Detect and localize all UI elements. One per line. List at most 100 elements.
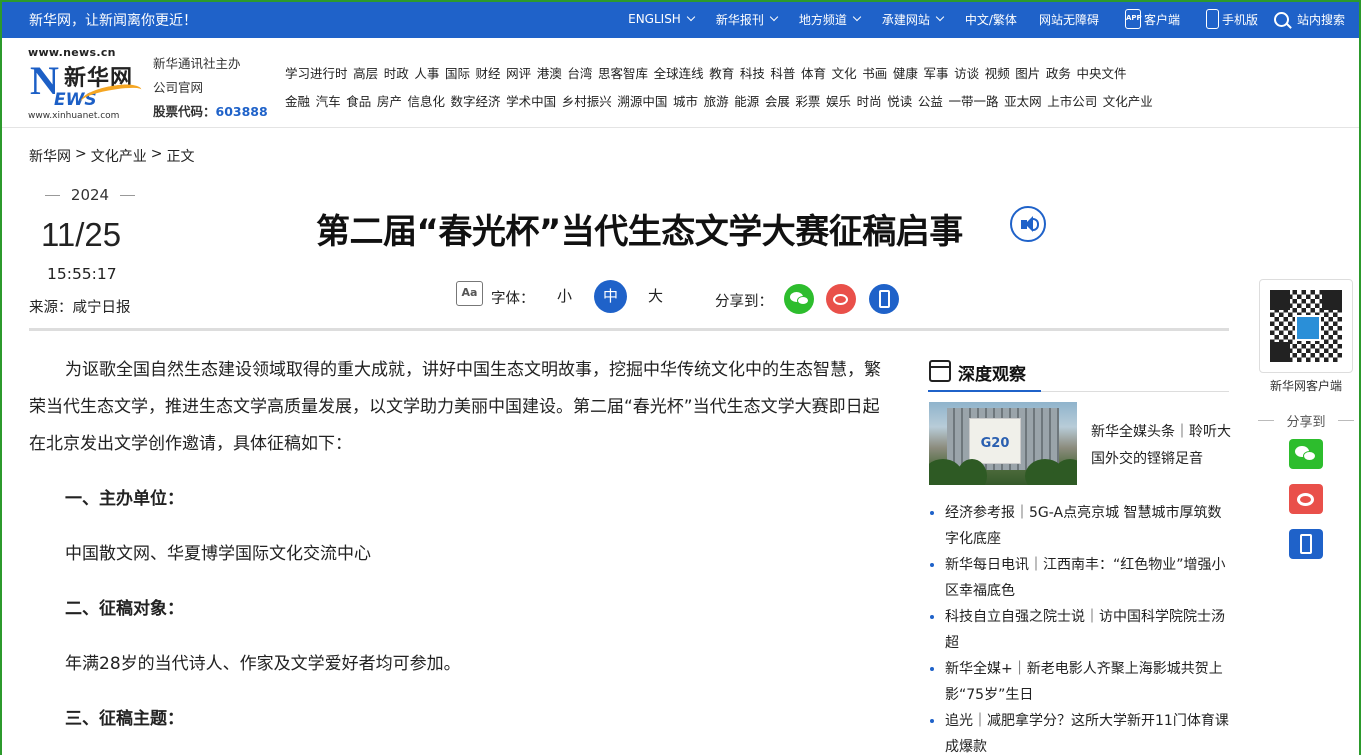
qr-label: 新华网客户端 [1269, 379, 1342, 393]
channel-link[interactable]: 图片 [1015, 63, 1040, 82]
channel-link[interactable]: 能源 [734, 91, 759, 110]
channel-link[interactable]: 视频 [985, 63, 1010, 82]
publish-month-day: 11/25 [41, 216, 122, 253]
list-item[interactable]: 追光｜减肥拿学分？这所大学新开11门体育课成爆款 [928, 708, 1229, 755]
feature-title[interactable]: 新华全媒头条｜聆听大国外交的铿锵足音 [1091, 419, 1231, 473]
channel-link[interactable]: 一带一路 [948, 91, 998, 110]
nav-client[interactable]: APP 客户端 [1124, 9, 1180, 29]
channel-link[interactable]: 溯源中国 [617, 91, 667, 110]
channel-link[interactable]: 食品 [346, 91, 371, 110]
share-wechat-button[interactable] [784, 284, 814, 314]
nav-local-channels[interactable]: 地方频道 [799, 11, 862, 28]
channel-link[interactable]: 军事 [923, 63, 948, 82]
list-item[interactable]: 新华全媒+｜新老电影人齐聚上海影城共贺上影“75岁”生日 [928, 656, 1229, 708]
channel-link[interactable]: 网评 [506, 63, 531, 82]
channel-link[interactable]: 健康 [893, 63, 918, 82]
channel-link[interactable]: 上市公司 [1047, 91, 1097, 110]
font-size-large[interactable]: 大 [639, 280, 672, 313]
window-icon [929, 360, 951, 382]
article-paragraph: 年满28岁的当代诗人、作家及文学爱好者均可参加。 [65, 654, 461, 674]
channel-link[interactable]: 文化 [832, 63, 857, 82]
channel-link[interactable]: 台湾 [567, 63, 592, 82]
channel-link[interactable]: 政务 [1046, 63, 1071, 82]
feature-story[interactable]: G20 新华全媒头条｜聆听大国外交的铿锵足音 [928, 402, 1231, 492]
channel-link[interactable]: 汽车 [316, 91, 341, 110]
nav-accessibility[interactable]: 网站无障碍 [1039, 11, 1099, 28]
phone-icon [1205, 9, 1219, 29]
stock-code: 股票代码：603888 [153, 104, 268, 119]
nav-site-search[interactable]: 站内搜索 [1273, 11, 1345, 28]
channel-link[interactable]: 城市 [673, 91, 698, 110]
share-weibo-button[interactable] [826, 284, 856, 314]
speaker-icon[interactable] [1010, 206, 1046, 242]
article-paragraph: 中国散文网、华夏博学国际文化交流中心 [65, 544, 371, 564]
float-share-weibo-button[interactable] [1289, 484, 1323, 514]
share-mobile-button[interactable] [869, 284, 899, 314]
float-share-wechat-button[interactable] [1289, 439, 1323, 469]
nav-hosted-sites[interactable]: 承建网站 [882, 11, 945, 28]
nav-mobile[interactable]: 手机版 [1205, 9, 1258, 29]
channel-link[interactable]: 访谈 [954, 63, 979, 82]
channel-link[interactable]: 会展 [765, 91, 790, 110]
breadcrumb-home[interactable]: 新华网 [29, 146, 71, 166]
breadcrumb-section[interactable]: 文化产业 [91, 146, 147, 166]
list-item[interactable]: 科技自立自强之院士说｜访中国科学院院士汤超 [928, 604, 1229, 656]
channel-link[interactable]: 旅游 [704, 91, 729, 110]
channel-link[interactable]: 思客智库 [598, 63, 648, 82]
float-share-mobile-button[interactable] [1289, 529, 1323, 559]
breadcrumb-separator: > [150, 146, 163, 162]
channel-link[interactable]: 书画 [862, 63, 887, 82]
channel-link[interactable]: 时政 [384, 63, 409, 82]
weibo-icon [1297, 493, 1314, 506]
channel-link[interactable]: 公益 [918, 91, 943, 110]
channel-link[interactable]: 娱乐 [826, 91, 851, 110]
chevron-down-icon [686, 12, 696, 22]
channel-link[interactable]: 时尚 [857, 91, 882, 110]
article-source: 来源：咸宁日报 [29, 300, 131, 316]
font-size-small[interactable]: 小 [548, 280, 581, 313]
nav-english[interactable]: ENGLISH [628, 12, 696, 26]
channel-link[interactable]: 中央文件 [1077, 63, 1127, 82]
xinhua-logo[interactable]: www.news.cn N 新华网 EWS www.xinhuanet.com [28, 46, 144, 124]
channel-link[interactable]: 悦读 [887, 91, 912, 110]
channel-link[interactable]: 高层 [353, 63, 378, 82]
nav-xinhua-press[interactable]: 新华报刊 [716, 11, 779, 28]
chevron-down-icon [769, 12, 779, 22]
channel-link[interactable]: 彩票 [795, 91, 820, 110]
channel-link[interactable]: 信息化 [407, 91, 445, 110]
publish-time: 15:55:17 [47, 265, 117, 283]
channel-link[interactable]: 学习进行时 [285, 63, 348, 82]
nav-chinese-traditional[interactable]: 中文/繁体 [965, 11, 1017, 28]
channel-link[interactable]: 数字经济 [451, 91, 501, 110]
font-size-medium[interactable]: 中 [594, 280, 627, 313]
sidebar-title: 深度观察 [958, 365, 1026, 385]
channel-link[interactable]: 文化产业 [1103, 91, 1153, 110]
mobile-icon [1300, 534, 1312, 554]
app-qr-code [1259, 279, 1353, 373]
mobile-icon [879, 290, 890, 308]
channel-link[interactable]: 金融 [285, 91, 310, 110]
g20-banner: G20 [969, 418, 1021, 464]
site-header: www.news.cn N 新华网 EWS www.xinhuanet.com … [0, 38, 1361, 128]
list-item[interactable]: 经济参考报｜5G-A点亮京城 智慧城市厚筑数字化底座 [928, 500, 1229, 552]
font-size-icon: Aa [456, 281, 483, 306]
search-icon [1273, 11, 1289, 27]
article-title: 第二届“春光杯”当代生态文学大赛征稿启事 [316, 212, 963, 252]
sidebar-deep-observation: 深度观察 G20 新华全媒头条｜聆听大国外交的铿锵足音 经济参考报｜5G-A点亮… [928, 354, 1231, 755]
channel-link[interactable]: 人事 [414, 63, 439, 82]
channel-link[interactable]: 体育 [801, 63, 826, 82]
channel-link[interactable]: 亚太网 [1004, 91, 1042, 110]
list-item[interactable]: 新华每日电讯｜江西南丰：“红色物业”增强小区幸福底色 [928, 552, 1229, 604]
article-heading: 二、征稿对象： [65, 599, 184, 619]
channel-link[interactable]: 房产 [377, 91, 402, 110]
channel-link[interactable]: 教育 [709, 63, 734, 82]
channel-link[interactable]: 乡村振兴 [562, 91, 612, 110]
channel-link[interactable]: 科技 [740, 63, 765, 82]
channel-link[interactable]: 全球连线 [654, 63, 704, 82]
channel-link[interactable]: 科普 [770, 63, 795, 82]
channel-link[interactable]: 财经 [476, 63, 501, 82]
channel-link[interactable]: 国际 [445, 63, 470, 82]
channel-link[interactable]: 港澳 [537, 63, 562, 82]
channel-link[interactable]: 学术中国 [506, 91, 556, 110]
feature-image[interactable]: G20 [929, 402, 1077, 485]
